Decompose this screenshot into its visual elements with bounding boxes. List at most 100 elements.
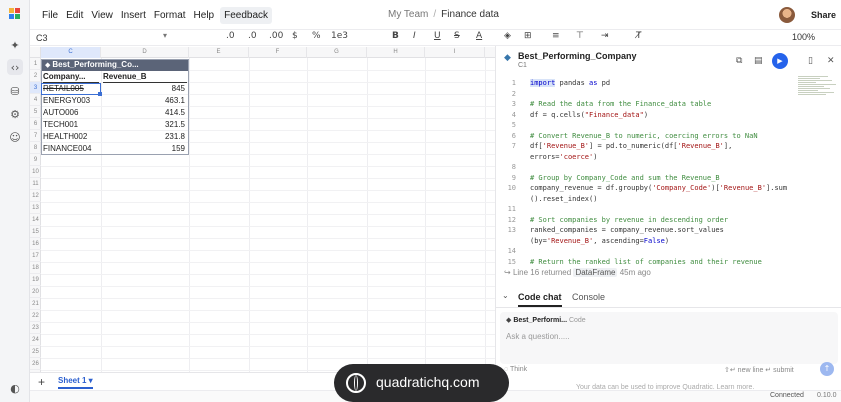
close-icon[interactable]: ✕ bbox=[827, 56, 835, 66]
percent-button[interactable]: % bbox=[312, 31, 321, 41]
table-cell-company[interactable]: ENERGY003 bbox=[43, 95, 99, 107]
column-header-e[interactable]: E bbox=[189, 47, 249, 58]
split-view-icon[interactable]: ▯ bbox=[808, 56, 813, 66]
fill-color-icon[interactable]: ◈ bbox=[504, 31, 511, 41]
column-header-f[interactable]: F bbox=[249, 47, 307, 58]
users-icon[interactable]: ☺ bbox=[7, 129, 23, 145]
underline-icon[interactable]: U bbox=[434, 31, 441, 41]
menu-format[interactable]: Format bbox=[150, 7, 190, 24]
decrease-decimals-button[interactable]: .0 bbox=[226, 31, 235, 41]
history-icon[interactable]: ▤ bbox=[754, 56, 763, 66]
row-header[interactable]: 3 bbox=[30, 82, 41, 94]
strikethrough-icon[interactable]: S bbox=[454, 31, 460, 41]
row-header[interactable]: 9 bbox=[30, 154, 41, 166]
code-line[interactable]: # Group by Company_Code and sum the Reve… bbox=[530, 173, 720, 183]
table-cell-company[interactable]: HEALTH002 bbox=[43, 131, 99, 143]
align-left-icon[interactable]: ≡ bbox=[552, 31, 560, 41]
theme-toggle-icon[interactable]: ◐ bbox=[7, 380, 23, 396]
table-title[interactable]: ◆ Best_Performing_Co... bbox=[41, 59, 189, 71]
row-header[interactable]: 22 bbox=[30, 310, 41, 322]
code-line[interactable]: # Convert Revenue_B to numeric, coercing… bbox=[530, 131, 758, 141]
text-wrap-icon[interactable]: ⇥ bbox=[601, 31, 609, 41]
clear-format-icon[interactable]: T̸ bbox=[636, 31, 642, 41]
menu-feedback[interactable]: Feedback bbox=[220, 6, 273, 24]
table-cell-company[interactable]: FINANCE004 bbox=[43, 143, 99, 155]
row-header[interactable]: 16 bbox=[30, 238, 41, 250]
code-icon[interactable]: ‹› bbox=[7, 59, 23, 75]
borders-icon[interactable]: ⊞ bbox=[524, 31, 532, 41]
fill-handle[interactable] bbox=[98, 92, 102, 96]
app-logo[interactable] bbox=[9, 8, 21, 20]
settings-icon[interactable]: ⚙ bbox=[7, 106, 23, 122]
code-line[interactable]: # Return the ranked list of companies an… bbox=[530, 257, 762, 267]
row-header[interactable]: 26 bbox=[30, 358, 41, 370]
column-header-h[interactable]: H bbox=[367, 47, 425, 58]
row-header[interactable]: 12 bbox=[30, 190, 41, 202]
database-icon[interactable]: ⛁ bbox=[7, 83, 23, 99]
corner-cell[interactable] bbox=[30, 47, 41, 58]
table-header-company[interactable]: Company... bbox=[43, 71, 99, 83]
row-header[interactable]: 11 bbox=[30, 178, 41, 190]
column-header-c[interactable]: C bbox=[41, 47, 101, 58]
tab-sheet-1[interactable]: Sheet 1 ▾ bbox=[58, 376, 93, 389]
column-header-i[interactable]: I bbox=[425, 47, 485, 58]
table-header-revenue[interactable]: Revenue_B bbox=[103, 71, 187, 83]
row-header[interactable]: 4 bbox=[30, 94, 41, 106]
menu-help[interactable]: Help bbox=[190, 7, 219, 24]
menu-insert[interactable]: Insert bbox=[117, 7, 150, 24]
collapse-icon[interactable]: ⌄ bbox=[502, 291, 509, 300]
table-cell-company[interactable]: TECH001 bbox=[43, 119, 99, 131]
vertical-align-icon[interactable]: ⊤ bbox=[576, 31, 584, 41]
context-chip[interactable]: ◆ Best_Performi... Code bbox=[506, 316, 586, 324]
bold-icon[interactable]: B bbox=[392, 31, 399, 41]
row-header[interactable]: 24 bbox=[30, 334, 41, 346]
code-line[interactable]: errors='coerce') bbox=[530, 152, 597, 162]
code-line[interactable]: df = q.cells("Finance_data") bbox=[530, 110, 648, 120]
row-header[interactable]: 5 bbox=[30, 106, 41, 118]
row-header[interactable]: 2 bbox=[30, 70, 41, 82]
table-cell-revenue[interactable]: 463.1 bbox=[103, 95, 187, 107]
table-cell-revenue[interactable]: 231.8 bbox=[103, 131, 187, 143]
row-header[interactable]: 13 bbox=[30, 202, 41, 214]
table-cell-revenue[interactable]: 321.5 bbox=[103, 119, 187, 131]
code-line[interactable]: # Sort companies by revenue in descendin… bbox=[530, 215, 728, 225]
code-line[interactable]: df['Revenue_B'] = pd.to_numeric(df['Reve… bbox=[530, 141, 732, 151]
code-line[interactable]: ranked_companies = company_revenue.sort_… bbox=[530, 225, 724, 235]
text-color-icon[interactable]: A bbox=[476, 31, 482, 41]
code-line[interactable]: (by='Revenue_B', ascending=False) bbox=[530, 236, 669, 246]
add-sheet-button[interactable]: + bbox=[38, 375, 45, 389]
tab-code-chat[interactable]: Code chat bbox=[518, 292, 562, 307]
code-minimap[interactable] bbox=[798, 76, 838, 106]
row-header[interactable]: 17 bbox=[30, 250, 41, 262]
table-cell-revenue[interactable]: 159 bbox=[103, 143, 187, 155]
menu-file[interactable]: File bbox=[38, 7, 62, 24]
snippets-icon[interactable]: ⧉ bbox=[736, 56, 742, 66]
avatar[interactable] bbox=[779, 7, 795, 23]
row-header[interactable]: 1 bbox=[30, 58, 41, 70]
row-header[interactable]: 7 bbox=[30, 130, 41, 142]
scientific-button[interactable]: 1e3 bbox=[331, 31, 348, 41]
row-header[interactable]: 23 bbox=[30, 322, 41, 334]
row-header[interactable]: 15 bbox=[30, 226, 41, 238]
ask-input[interactable]: Ask a question..... bbox=[506, 332, 570, 341]
italic-icon[interactable]: I bbox=[413, 31, 416, 41]
breadcrumb-file[interactable]: Finance data bbox=[441, 9, 499, 20]
row-header[interactable]: 21 bbox=[30, 298, 41, 310]
chat-input-box[interactable]: ◆ Best_Performi... Code Ask a question..… bbox=[500, 312, 838, 364]
code-line[interactable]: # Read the data from the Finance_data ta… bbox=[530, 99, 711, 109]
menu-edit[interactable]: Edit bbox=[62, 7, 87, 24]
share-button[interactable]: Share bbox=[806, 6, 841, 24]
row-header[interactable]: 18 bbox=[30, 262, 41, 274]
send-button[interactable]: ↑ bbox=[820, 362, 834, 376]
spreadsheet-grid[interactable]: C D E F G H I J 123456789101112131415161… bbox=[30, 47, 495, 372]
code-line[interactable]: ().reset_index() bbox=[530, 194, 597, 204]
increase-decimals-button[interactable]: .0 bbox=[248, 31, 257, 41]
column-header-g[interactable]: G bbox=[307, 47, 367, 58]
run-button[interactable]: ▶ bbox=[772, 53, 788, 69]
menu-view[interactable]: View bbox=[87, 7, 117, 24]
chevron-down-icon[interactable]: ▾ bbox=[163, 31, 167, 40]
think-toggle[interactable]: ◌ Think bbox=[504, 366, 527, 373]
row-header[interactable]: 8 bbox=[30, 142, 41, 154]
currency-button[interactable]: $ bbox=[292, 31, 298, 41]
row-header[interactable]: 6 bbox=[30, 118, 41, 130]
